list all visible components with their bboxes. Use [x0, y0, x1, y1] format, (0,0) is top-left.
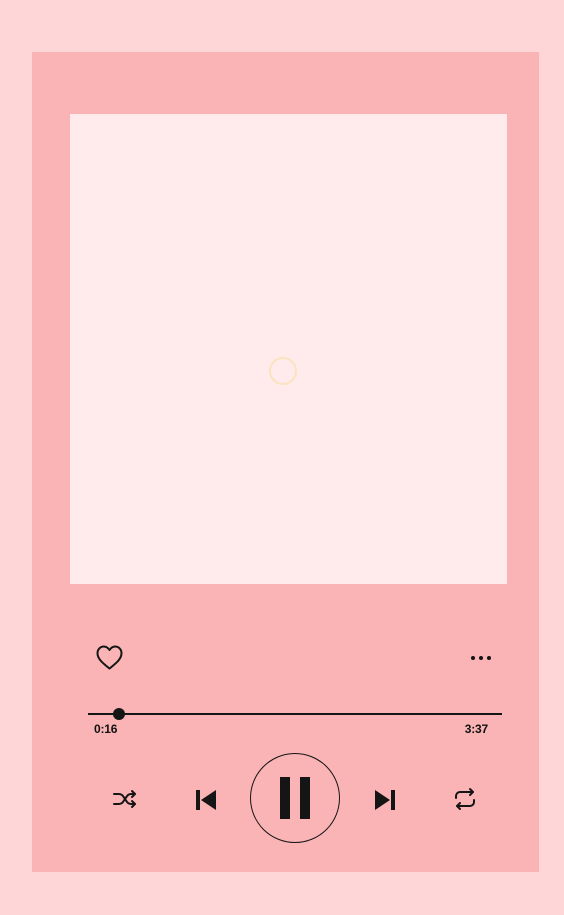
shuffle-button[interactable] [110, 784, 140, 814]
progress-handle[interactable] [112, 708, 125, 720]
repeat-icon [451, 787, 479, 811]
total-time: 3:37 [464, 722, 488, 736]
shuffle-icon [111, 788, 139, 810]
heart-outline-icon [95, 644, 124, 671]
current-time: 0:16 [94, 722, 118, 736]
music-player: 0:16 3:37 [32, 52, 539, 872]
progress-track [88, 713, 502, 715]
pause-icon [277, 777, 313, 819]
more-options-button[interactable] [466, 646, 496, 670]
previous-track-button[interactable] [190, 784, 222, 816]
like-button[interactable] [94, 642, 124, 672]
next-track-button[interactable] [369, 784, 401, 816]
next-track-icon [371, 786, 399, 814]
album-artwork [70, 114, 507, 584]
repeat-button[interactable] [450, 784, 480, 814]
progress-slider[interactable] [88, 707, 502, 721]
pause-button[interactable] [250, 753, 340, 843]
loading-spinner-icon [269, 357, 297, 385]
previous-track-icon [192, 786, 220, 814]
more-options-icon [469, 654, 493, 662]
